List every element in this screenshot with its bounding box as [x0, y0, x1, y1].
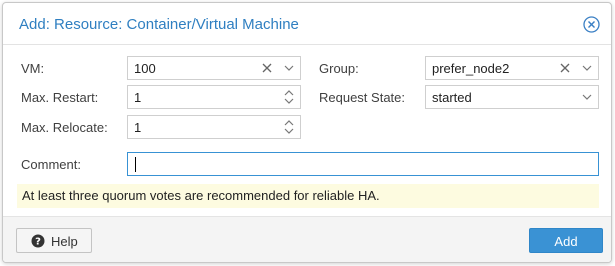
max-restart-value: 1	[134, 90, 142, 105]
vm-combobox[interactable]: 100	[127, 56, 301, 80]
group-chevron-down-icon[interactable]	[578, 57, 596, 79]
vm-label: VM:	[21, 61, 45, 76]
add-button[interactable]: Add	[529, 228, 603, 253]
request-state-label: Request State:	[319, 90, 405, 105]
clear-vm-icon[interactable]	[258, 57, 276, 79]
group-value: prefer_node2	[432, 61, 510, 76]
comment-input[interactable]	[127, 152, 599, 176]
max-relocate-label: Max. Relocate:	[21, 120, 108, 135]
max-restart-spinner[interactable]: 1	[127, 85, 301, 109]
max-relocate-spinner[interactable]: 1	[127, 115, 301, 139]
add-button-label: Add	[554, 234, 578, 249]
add-resource-dialog: Add: Resource: Container/Virtual Machine…	[2, 2, 612, 263]
dialog-header: Add: Resource: Container/Virtual Machine	[3, 3, 611, 45]
group-combobox[interactable]: prefer_node2	[425, 56, 599, 80]
text-caret	[135, 157, 136, 172]
request-state-chevron-down-icon[interactable]	[578, 86, 596, 108]
spinner-up-down-icon[interactable]	[280, 86, 298, 108]
question-circle-icon: ?	[31, 234, 45, 251]
help-button[interactable]: ? Help	[16, 228, 92, 253]
request-state-value: started	[432, 90, 472, 105]
comment-label: Comment:	[21, 157, 81, 172]
max-relocate-value: 1	[134, 120, 142, 135]
vm-chevron-down-icon[interactable]	[280, 57, 298, 79]
dialog-title: Add: Resource: Container/Virtual Machine	[19, 16, 299, 33]
dialog-footer: ? Help Add	[3, 216, 611, 262]
max-restart-label: Max. Restart:	[21, 90, 99, 105]
close-icon[interactable]	[583, 16, 600, 33]
spinner-up-down-icon[interactable]	[280, 116, 298, 138]
svg-text:?: ?	[35, 237, 41, 248]
request-state-select[interactable]: started	[425, 85, 599, 109]
group-label: Group:	[319, 61, 359, 76]
help-button-label: Help	[51, 234, 78, 249]
ha-warning-bar: At least three quorum votes are recommen…	[17, 184, 599, 208]
vm-value: 100	[134, 61, 156, 76]
ha-warning-text: At least three quorum votes are recommen…	[22, 188, 380, 203]
clear-group-icon[interactable]	[556, 57, 574, 79]
